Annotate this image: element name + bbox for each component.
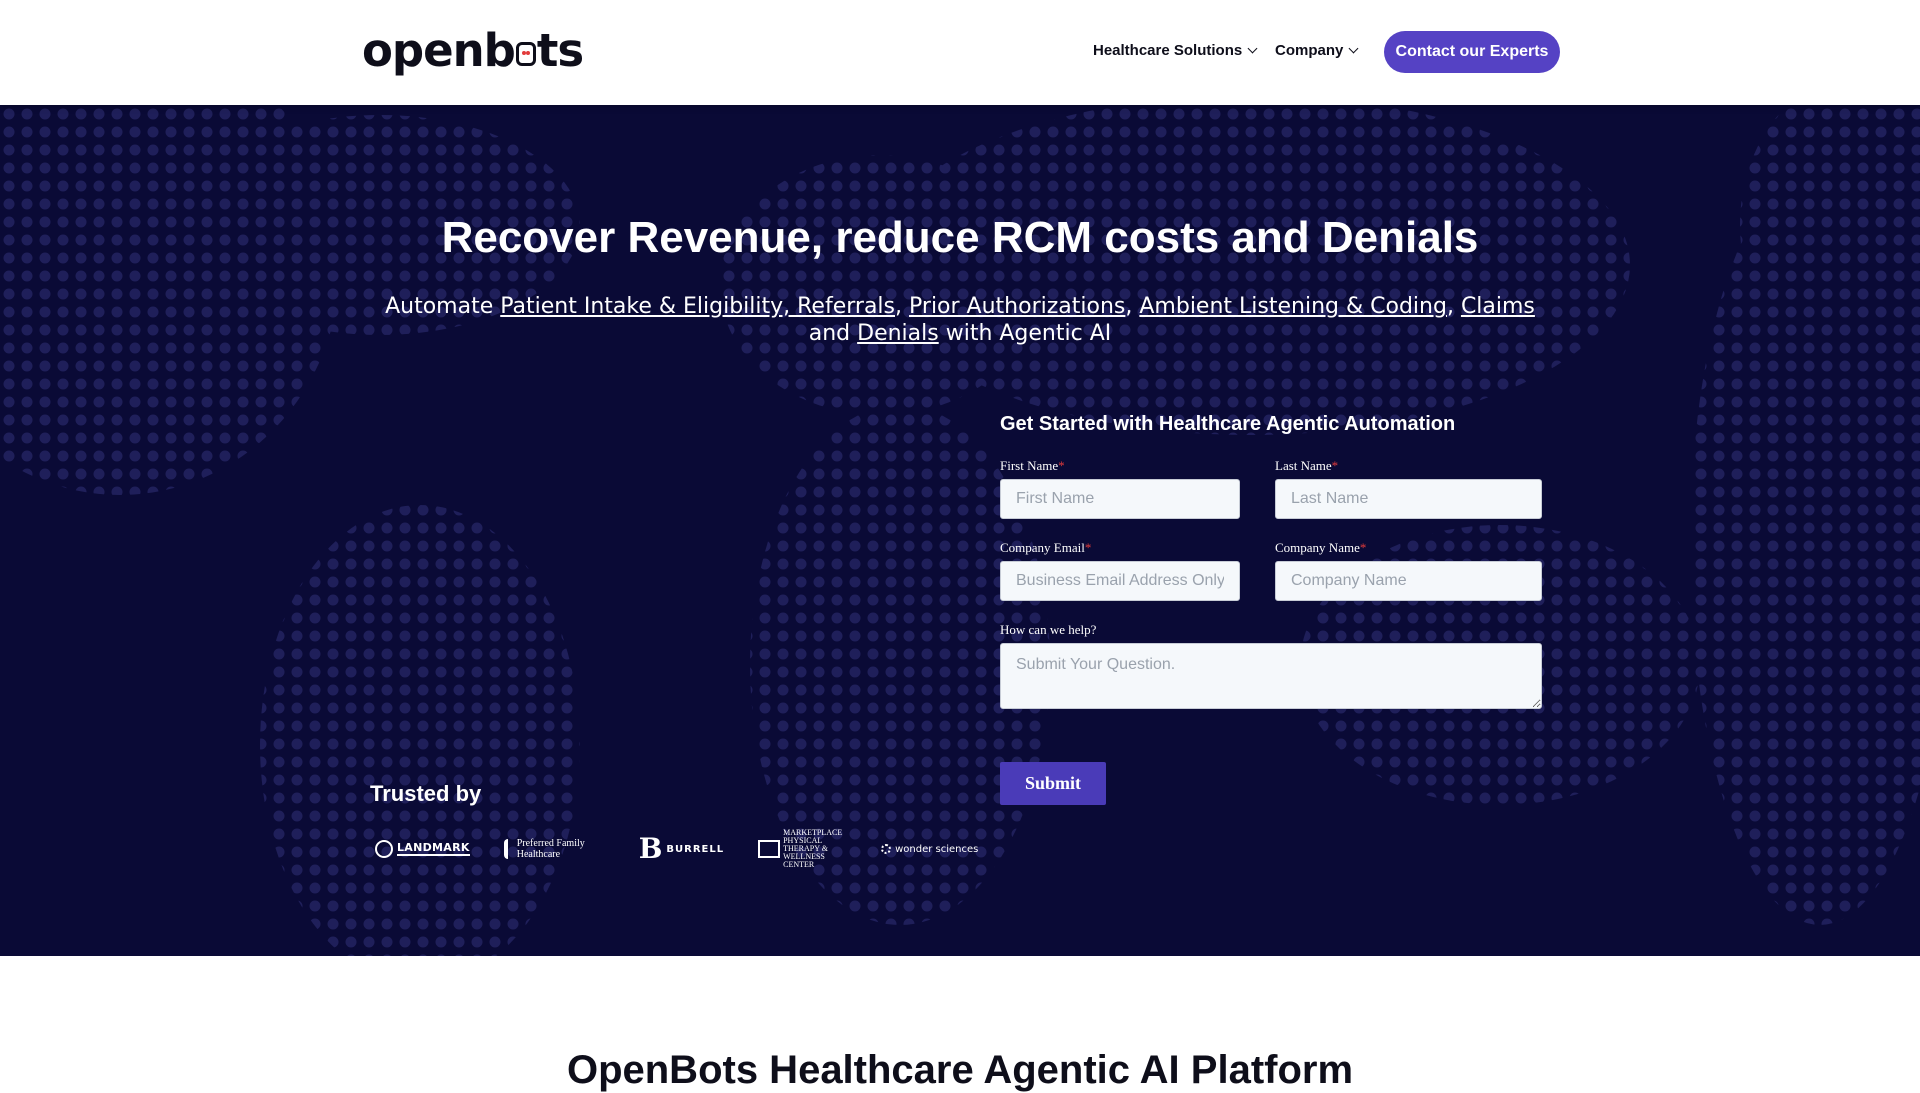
client-logos: LANDMARK Preferred Family Healthcare B B… bbox=[375, 829, 1012, 869]
hero-subtitle-separator: , bbox=[1446, 294, 1461, 319]
openbots-logo[interactable]: openb ts bbox=[362, 23, 584, 77]
nav-company[interactable]: Company bbox=[1275, 42, 1359, 59]
required-mark: * bbox=[1359, 540, 1367, 555]
last-name-label: Last Name* bbox=[1275, 458, 1338, 474]
first-name-label: First Name* bbox=[1000, 458, 1065, 474]
company-email-label-text: Company Email bbox=[1000, 540, 1085, 555]
nav-company-label: Company bbox=[1275, 42, 1344, 59]
chevron-down-icon bbox=[1247, 43, 1258, 54]
logo-text-right: ts bbox=[536, 23, 584, 77]
required-mark: * bbox=[1331, 458, 1339, 473]
preferred-family-healthcare-logo-text: Preferred Family Healthcare bbox=[516, 838, 585, 860]
submit-button[interactable]: Submit bbox=[1000, 762, 1106, 805]
trusted-by-heading: Trusted by bbox=[370, 781, 482, 806]
hero-title: Recover Revenue, reduce RCM costs and De… bbox=[441, 213, 1479, 262]
last-name-input[interactable] bbox=[1275, 479, 1542, 519]
first-name-label-text: First Name bbox=[1000, 458, 1059, 473]
hero-subtitle: Automate Patient Intake & Eligibility, R… bbox=[375, 293, 1545, 347]
company-name-input[interactable] bbox=[1275, 561, 1542, 601]
company-email-label: Company Email* bbox=[1000, 540, 1091, 556]
leaf-icon bbox=[503, 839, 514, 859]
wonder-sciences-icon bbox=[881, 844, 892, 854]
landmark-logo-text: LANDMARK bbox=[397, 841, 470, 856]
platform-section-title: OpenBots Healthcare Agentic AI Platform bbox=[566, 1048, 1354, 1092]
marketplace-logo: MARKETPLACE PHYSICAL THERAPY & WELLNESS … bbox=[758, 829, 847, 869]
company-name-label-text: Company Name bbox=[1275, 540, 1360, 555]
burrell-b-mark: B bbox=[638, 832, 663, 865]
robot-logo-icon bbox=[515, 42, 536, 66]
nav-healthcare-solutions[interactable]: Healthcare Solutions bbox=[1093, 42, 1258, 59]
compass-icon bbox=[375, 840, 393, 858]
burrell-logo: B BURRELL bbox=[639, 835, 724, 863]
first-name-input[interactable] bbox=[1000, 479, 1240, 519]
link-claims[interactable]: Claims bbox=[1461, 294, 1535, 319]
how-can-we-help-label: How can we help? bbox=[1000, 622, 1097, 637]
required-mark: * bbox=[1058, 458, 1065, 473]
hero-subtitle-and: and bbox=[808, 321, 858, 346]
link-prior-authorizations[interactable]: Prior Authorizations bbox=[909, 294, 1125, 319]
building-icon bbox=[758, 840, 781, 858]
link-patient-intake[interactable]: Patient Intake & Eligibility, Referrals bbox=[500, 294, 895, 319]
nav-healthcare-solutions-label: Healthcare Solutions bbox=[1093, 42, 1243, 59]
last-name-label-text: Last Name bbox=[1275, 458, 1332, 473]
question-textarea[interactable] bbox=[1000, 643, 1542, 709]
hero-section: Recover Revenue, reduce RCM costs and De… bbox=[0, 105, 1920, 956]
hero-subtitle-prefix: Automate bbox=[385, 294, 501, 319]
landmark-logo: LANDMARK bbox=[375, 840, 470, 858]
burrell-logo-text: BURRELL bbox=[666, 843, 725, 855]
marketplace-logo-text: MARKETPLACE PHYSICAL THERAPY & WELLNESS … bbox=[783, 828, 843, 869]
hero-subtitle-separator: , bbox=[895, 294, 910, 319]
wonder-sciences-logo-text: wonder sciences bbox=[895, 843, 979, 855]
chevron-down-icon bbox=[1348, 43, 1359, 54]
required-mark: * bbox=[1084, 540, 1092, 555]
link-ambient-listening[interactable]: Ambient Listening & Coding bbox=[1139, 294, 1447, 319]
company-email-input[interactable] bbox=[1000, 561, 1240, 601]
company-name-label: Company Name* bbox=[1275, 540, 1366, 556]
logo-text-left: openb bbox=[362, 23, 516, 77]
link-denials[interactable]: Denials bbox=[857, 321, 939, 346]
contact-experts-button[interactable]: Contact our Experts bbox=[1384, 31, 1560, 73]
top-nav: openb ts Healthcare Solutions Company Con… bbox=[0, 0, 1920, 105]
hero-subtitle-suffix: with Agentic AI bbox=[938, 321, 1112, 346]
hero-subtitle-separator: , bbox=[1125, 294, 1140, 319]
form-title: Get Started with Healthcare Agentic Auto… bbox=[1000, 413, 1456, 435]
wonder-sciences-logo: wonder sciences bbox=[881, 844, 978, 855]
preferred-family-healthcare-logo: Preferred Family Healthcare bbox=[503, 838, 605, 860]
